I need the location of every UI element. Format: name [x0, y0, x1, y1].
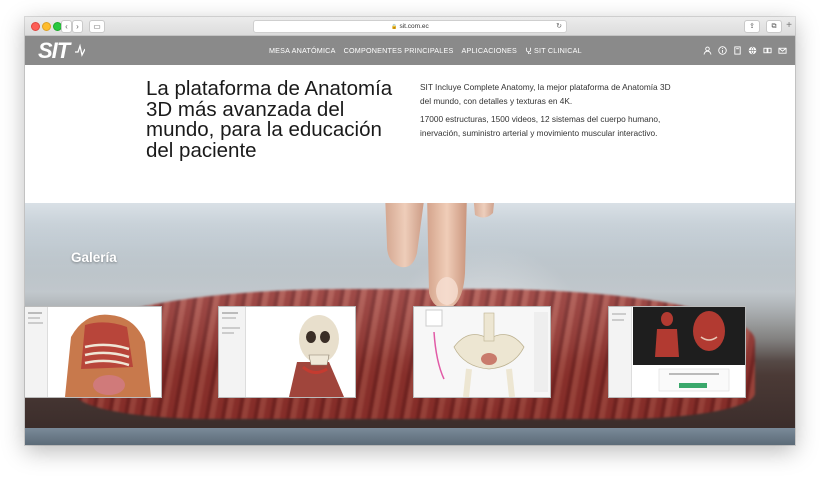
back-button[interactable]: ‹	[61, 20, 72, 33]
hero-description-2: 17000 estructuras, 1500 videos, 12 siste…	[420, 114, 661, 138]
menu-mesa-anatomica[interactable]: MESA ANATÓMICA	[269, 46, 336, 55]
nav-icons	[703, 46, 787, 55]
globe-icon[interactable]	[748, 46, 757, 55]
cards-icon[interactable]	[763, 46, 772, 55]
gallery-thumbnail-pelvis[interactable]	[413, 306, 551, 398]
skull-neck-thumbnail	[222, 312, 344, 397]
stethoscope-icon	[525, 47, 532, 54]
tablet-edge	[25, 428, 795, 445]
info-icon[interactable]	[718, 46, 727, 55]
lock-icon: 🔒	[391, 24, 398, 30]
user-icon[interactable]	[703, 46, 712, 55]
url-text: sit.com.ec	[399, 23, 429, 30]
minimize-window-button[interactable]	[42, 22, 51, 31]
gallery-thumbnail-muscular[interactable]	[608, 306, 746, 398]
finger-touch-image	[385, 203, 494, 309]
menu-sit-clinical[interactable]: SIT CLINICAL	[525, 46, 582, 55]
muscular-figures-thumbnail	[612, 307, 745, 392]
reload-icon[interactable]: ↻	[556, 21, 562, 32]
share-button[interactable]: ⇪	[744, 20, 760, 33]
site-navbar: SIT MESA ANATÓMICA COMPONENTES PRINCIPAL…	[25, 36, 795, 65]
new-tab-button[interactable]: +	[783, 21, 795, 32]
book-icon[interactable]	[733, 46, 742, 55]
hero-headline: La plataforma de Anatomía 3D más avanzad…	[146, 77, 393, 162]
tabs-overview-button[interactable]: ⧉	[766, 20, 782, 33]
hero-section: La plataforma de Anatomía 3D más avanzad…	[25, 65, 795, 203]
gallery-thumbnail-skull[interactable]	[218, 306, 356, 398]
address-bar[interactable]: 🔒 sit.com.ec ↻	[253, 20, 567, 33]
menu-aplicaciones[interactable]: APLICACIONES	[461, 46, 517, 55]
gallery-thumbnail-torso[interactable]	[24, 306, 162, 398]
menu-componentes-principales[interactable]: COMPONENTES PRINCIPALES	[344, 46, 454, 55]
forward-button[interactable]: ›	[72, 20, 83, 33]
sidebar-toggle-button[interactable]: ▭	[89, 20, 105, 33]
pelvis-thumbnail	[414, 307, 550, 397]
browser-titlebar: ‹ › ▭ 🔒 sit.com.ec ↻ ⇪ ⧉	[25, 17, 795, 36]
sit-logo[interactable]: SIT	[38, 38, 70, 64]
logo-pulse-icon	[75, 43, 85, 57]
mail-icon[interactable]	[778, 46, 787, 55]
menu-sit-clinical-label: SIT CLINICAL	[534, 46, 582, 55]
close-window-button[interactable]	[31, 22, 40, 31]
hero-description-1: SIT Incluye Complete Anatomy, la mejor p…	[420, 82, 671, 106]
main-menu: MESA ANATÓMICA COMPONENTES PRINCIPALES A…	[269, 36, 582, 65]
gallery-title: Galería	[71, 250, 117, 265]
torso-anatomy-thumbnail	[28, 312, 151, 397]
